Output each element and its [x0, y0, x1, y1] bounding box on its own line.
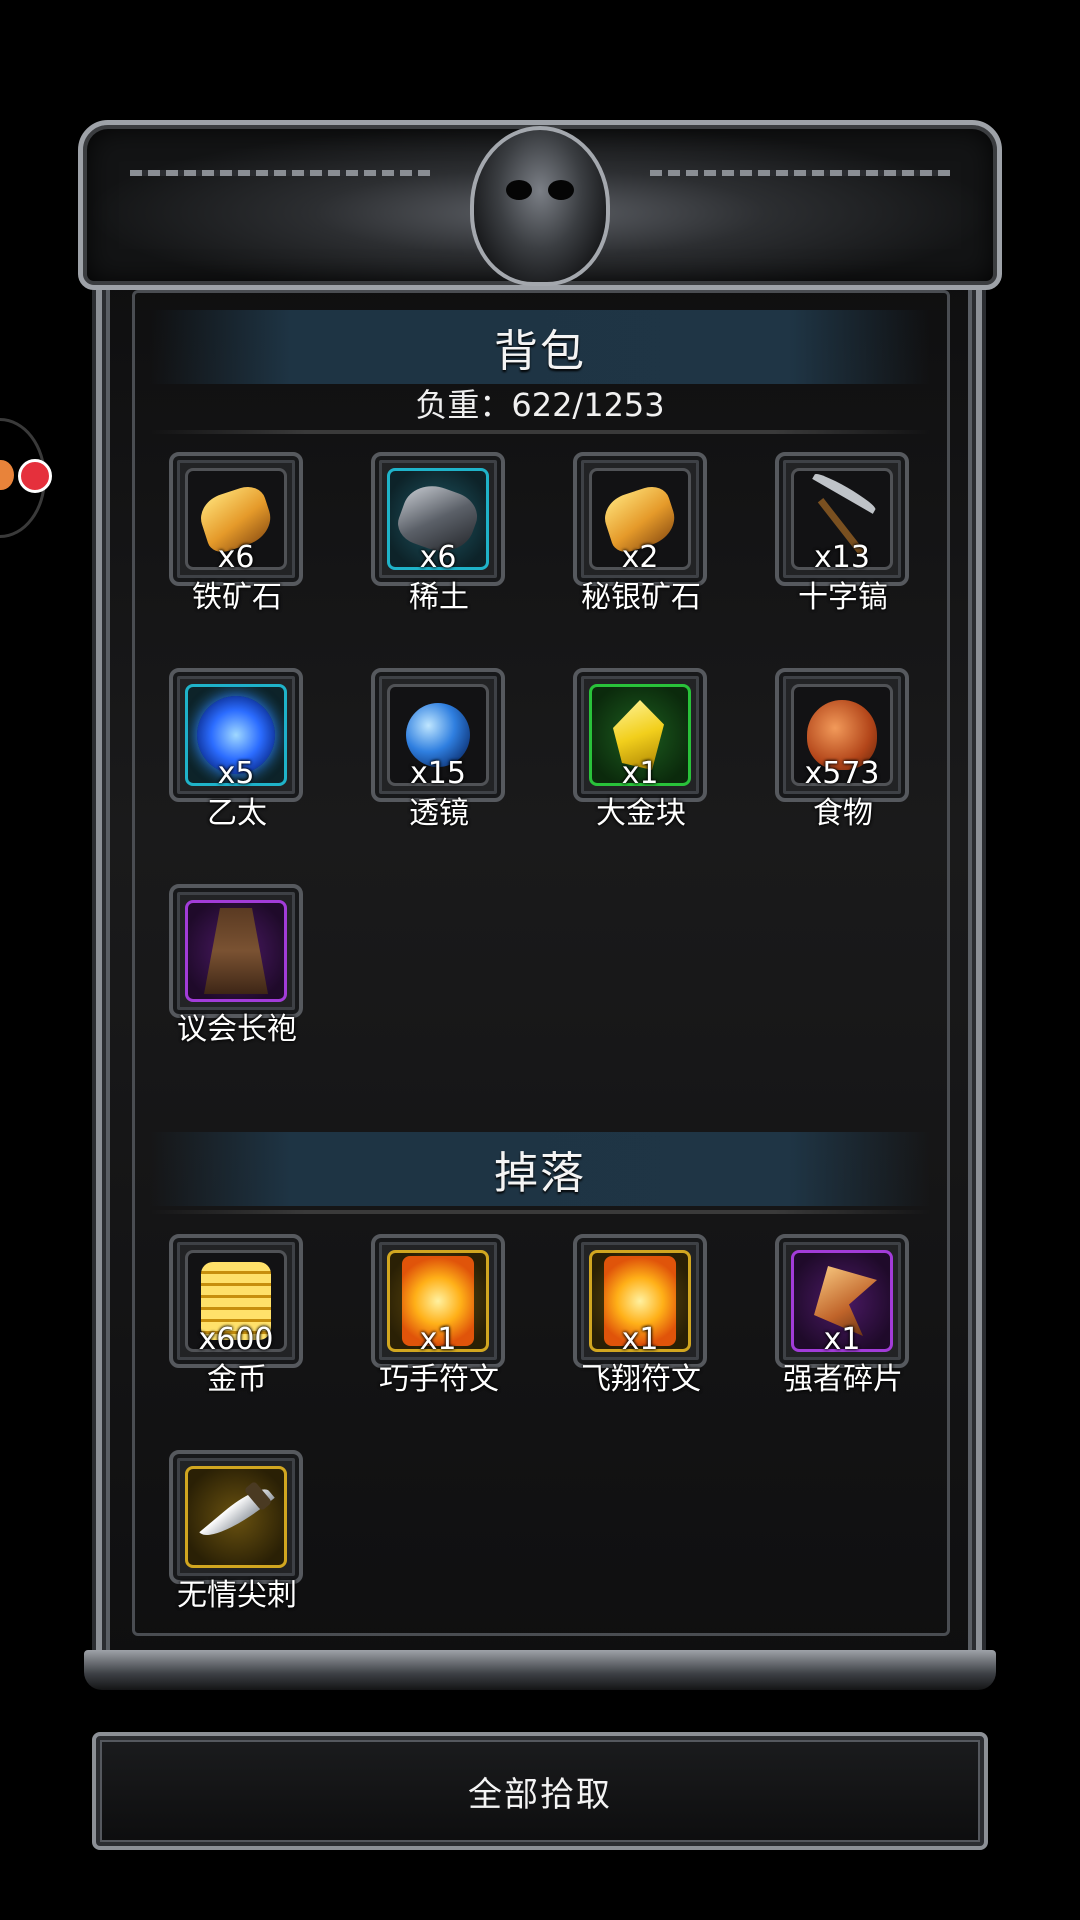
drops-item-slot[interactable]: x1 巧手符文: [354, 1234, 505, 1397]
backpack-item-slot[interactable]: x15 透镜: [354, 668, 505, 831]
item-slot-frame: [169, 884, 303, 1018]
item-name: 飞翔符文: [581, 1362, 701, 1397]
item-name: 巧手符文: [379, 1362, 499, 1397]
item-slot-background: [185, 900, 287, 1002]
drops-item-slot[interactable]: x1 飞翔符文: [556, 1234, 707, 1397]
item-name: 无情尖刺: [177, 1578, 297, 1613]
item-name: 透镜: [409, 796, 469, 831]
backpack-item-slot[interactable]: 议会长袍: [152, 884, 303, 1047]
item-name: 金币: [207, 1362, 267, 1397]
item-quantity: x6: [419, 540, 457, 575]
item-slot-frame: [169, 1450, 303, 1584]
item-quantity: x1: [621, 756, 659, 791]
backpack-item-slot[interactable]: x1 大金块: [556, 668, 707, 831]
weight-capacity: 负重：622/1253: [415, 386, 665, 424]
backpack-divider: [150, 430, 930, 434]
item-quantity: x1: [823, 1322, 861, 1357]
item-slot-background: [185, 1466, 287, 1568]
backpack-item-slot[interactable]: x6 稀土: [354, 452, 505, 615]
item-quantity: x573: [804, 756, 880, 791]
backpack-title: 背包: [150, 310, 930, 384]
item-name: 大金块: [596, 796, 686, 831]
item-quantity: x15: [410, 756, 466, 791]
item-quantity: x13: [814, 540, 870, 575]
crown-chain-right: [650, 170, 950, 176]
item-quantity: x6: [217, 540, 255, 575]
item-name: 铁矿石: [192, 580, 282, 615]
item-quantity: x1: [419, 1322, 457, 1357]
drops-divider: [150, 1210, 930, 1214]
skull-ornament-icon: [470, 126, 610, 286]
backpack-item-slot[interactable]: x5 乙太: [152, 668, 303, 831]
backpack-item-slot[interactable]: x573 食物: [758, 668, 909, 831]
panel-bottom-trim: [84, 1650, 996, 1690]
item-name: 稀土: [409, 580, 469, 615]
robe-icon: [204, 908, 268, 994]
backpack-item-slot[interactable]: x2 秘银矿石: [556, 452, 707, 615]
item-name: 十字镐: [798, 580, 888, 615]
item-quantity: x2: [621, 540, 659, 575]
item-name: 强者碎片: [783, 1362, 903, 1397]
item-quantity: x5: [217, 756, 255, 791]
item-quantity: x1: [621, 1322, 659, 1357]
drops-item-slot[interactable]: 无情尖刺: [152, 1450, 303, 1613]
item-name: 议会长袍: [177, 1012, 297, 1047]
notification-dot: [18, 459, 52, 493]
backpack-item-slot[interactable]: x6 铁矿石: [152, 452, 303, 615]
curved-blade-icon: [193, 1474, 279, 1560]
item-quantity: x600: [198, 1322, 274, 1357]
pick-all-button[interactable]: 全部拾取: [92, 1732, 988, 1850]
item-name: 秘银矿石: [581, 580, 701, 615]
crown-chain-left: [130, 170, 430, 176]
backpack-item-slot[interactable]: x13 十字镐: [758, 452, 909, 615]
drops-item-slot[interactable]: x1 强者碎片: [758, 1234, 909, 1397]
drops-title: 掉落: [150, 1132, 930, 1206]
item-name: 乙太: [207, 796, 267, 831]
drops-item-slot[interactable]: x600 金币: [152, 1234, 303, 1397]
item-name: 食物: [813, 796, 873, 831]
